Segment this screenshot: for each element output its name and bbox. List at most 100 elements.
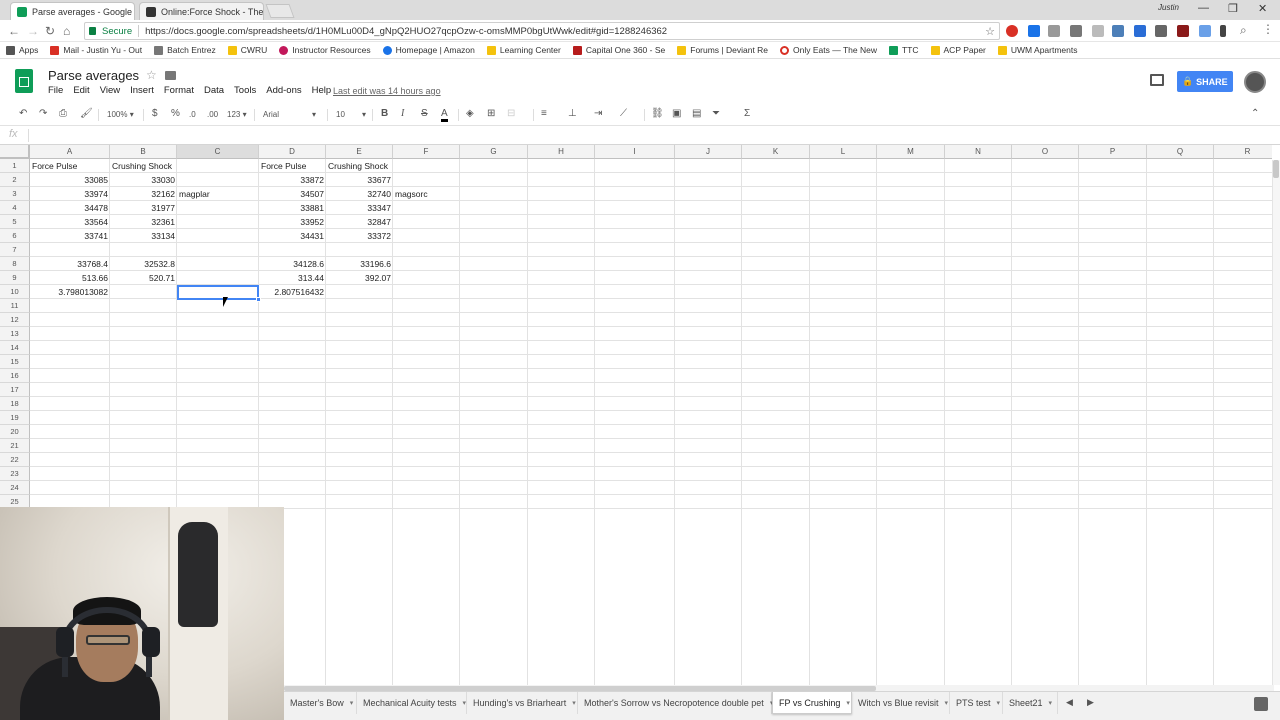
bookmark-acp-paper[interactable]: ACP Paper [930,45,986,55]
cell-a10[interactable]: 3.798013082 [30,285,110,299]
adblock-extension-icon[interactable] [1006,25,1018,37]
chevron-down-icon[interactable]: ▾ [350,699,354,707]
row-header-15[interactable]: 15 [0,355,30,369]
browser-tab-force-shock[interactable]: Online:Force Shock - The ✕ [139,2,264,20]
vertical-align-icon[interactable]: ⊥ [568,108,577,119]
new-tab-button[interactable] [265,4,295,18]
chevron-down-icon[interactable]: ▾ [463,699,467,707]
cell-a1[interactable]: Force Pulse [30,159,110,173]
cell-a9[interactable]: 513.66 [30,271,110,285]
doc-title[interactable]: Parse averages [48,68,139,83]
redo-icon[interactable]: ↷ [39,108,47,119]
bold-button[interactable]: B [381,108,388,119]
star-icon[interactable]: ☆ [146,68,157,82]
zoom-icon[interactable]: ⌕ [1240,23,1247,38]
row-header-16[interactable]: 16 [0,369,30,383]
currency-button[interactable]: $ [152,108,158,119]
insert-comment-icon[interactable]: ▣ [672,108,681,119]
cell-e6[interactable]: 33372 [326,229,393,243]
extension-icon[interactable] [1048,25,1060,37]
pdf-extension-icon[interactable] [1177,25,1189,37]
share-button[interactable]: 🔒 SHARE [1177,71,1233,92]
folder-icon[interactable] [165,71,176,80]
cell-a5[interactable]: 33564 [30,215,110,229]
sheets-logo-icon[interactable] [15,69,33,93]
minimize-icon[interactable]: — [1198,2,1209,14]
bookmark-capital-one[interactable]: Capital One 360 - Se [572,45,665,55]
collapse-toolbar-icon[interactable]: ⌃ [1251,108,1259,119]
formula-bar[interactable]: fx [0,126,1280,145]
bookmark-amazon[interactable]: Homepage | Amazon [382,45,475,55]
browser-tab-sheets[interactable]: Parse averages - Google ✕ [10,2,135,20]
cell-e2[interactable]: 33677 [326,173,393,187]
extension-icon[interactable] [1028,25,1040,37]
cell-b8[interactable]: 32532.8 [110,257,177,271]
row-header-19[interactable]: 19 [0,411,30,425]
row-header-9[interactable]: 9 [0,271,30,285]
cell-b5[interactable]: 32361 [110,215,177,229]
cell-a4[interactable]: 34478 [30,201,110,215]
cell-b1[interactable]: Crushing Shock [110,159,177,173]
column-header-f[interactable]: F [393,145,460,159]
font-select[interactable]: Arial ▾ [263,110,318,119]
comments-icon[interactable] [1150,74,1164,86]
extension-icon[interactable] [1112,25,1124,37]
cell-d6[interactable]: 34431 [259,229,326,243]
cell-e9[interactable]: 392.07 [326,271,393,285]
menu-file[interactable]: File [48,85,63,96]
cell-d5[interactable]: 33952 [259,215,326,229]
cell-a6[interactable]: 33741 [30,229,110,243]
column-header-c[interactable]: C [177,145,259,159]
cell-d3[interactable]: 34507 [259,187,326,201]
home-icon[interactable]: ⌂ [63,24,70,38]
cell-a2[interactable]: 33085 [30,173,110,187]
row-header-13[interactable]: 13 [0,327,30,341]
cell-a8[interactable]: 33768.4 [30,257,110,271]
extension-icon[interactable] [1199,25,1211,37]
more-formats-button[interactable]: 123 ▾ [227,110,247,119]
menu-data[interactable]: Data [204,85,224,96]
sheet-tab[interactable]: Mother's Sorrow vs Necropotence double p… [578,692,773,714]
explore-icon[interactable] [1254,697,1268,711]
cell-d8[interactable]: 34128.6 [259,257,326,271]
bookmark-forums[interactable]: Forums | Deviant Re [677,45,768,55]
row-header-14[interactable]: 14 [0,341,30,355]
merge-cells-icon[interactable]: ⊟ [507,108,515,119]
window-close-icon[interactable]: ✕ [1258,2,1267,15]
extension-icon[interactable] [1134,25,1146,37]
cell-d9[interactable]: 313.44 [259,271,326,285]
column-header-l[interactable]: L [810,145,877,159]
vertical-scrollbar[interactable] [1272,160,1280,685]
bookmark-only-eats[interactable]: Only Eats — The New [780,45,877,55]
fill-color-icon[interactable]: ◈ [466,108,474,119]
vertical-scroll-thumb[interactable] [1273,160,1279,178]
column-header-m[interactable]: M [877,145,945,159]
close-icon[interactable]: ✕ [263,6,264,17]
chevron-down-icon[interactable]: ▾ [1049,699,1053,707]
row-header-17[interactable]: 17 [0,383,30,397]
row-header-3[interactable]: 3 [0,187,30,201]
bookmark-batch-entrez[interactable]: Batch Entrez [154,45,216,55]
paint-format-icon[interactable]: 🖌 [80,108,93,119]
row-header-7[interactable]: 7 [0,243,30,257]
bookmark-ttc[interactable]: TTC [888,45,919,55]
restore-icon[interactable]: ❐ [1228,2,1238,15]
column-header-g[interactable]: G [460,145,528,159]
last-edit-link[interactable]: Last edit was 14 hours ago [333,86,441,96]
menu-help[interactable]: Help [312,85,332,96]
cell-d2[interactable]: 33872 [259,173,326,187]
sheet-tab[interactable]: Hunding's vs Briarheart ▾ [467,692,578,714]
sheet-tab[interactable]: Witch vs Blue revisit ▾ [852,692,950,714]
column-header-j[interactable]: J [675,145,742,159]
cell-f3[interactable]: magsorc [393,187,460,201]
cell-d1[interactable]: Force Pulse [259,159,326,173]
menu-icon[interactable]: ⋮ [1262,22,1274,36]
cell-e8[interactable]: 33196.6 [326,257,393,271]
column-header-o[interactable]: O [1012,145,1079,159]
row-header-18[interactable]: 18 [0,397,30,411]
print-icon[interactable]: ⎙ [59,108,67,119]
extension-icon[interactable] [1070,25,1082,37]
column-header-b[interactable]: B [110,145,177,159]
bookmark-uwm-apartments[interactable]: UWM Apartments [997,45,1078,55]
row-header-12[interactable]: 12 [0,313,30,327]
